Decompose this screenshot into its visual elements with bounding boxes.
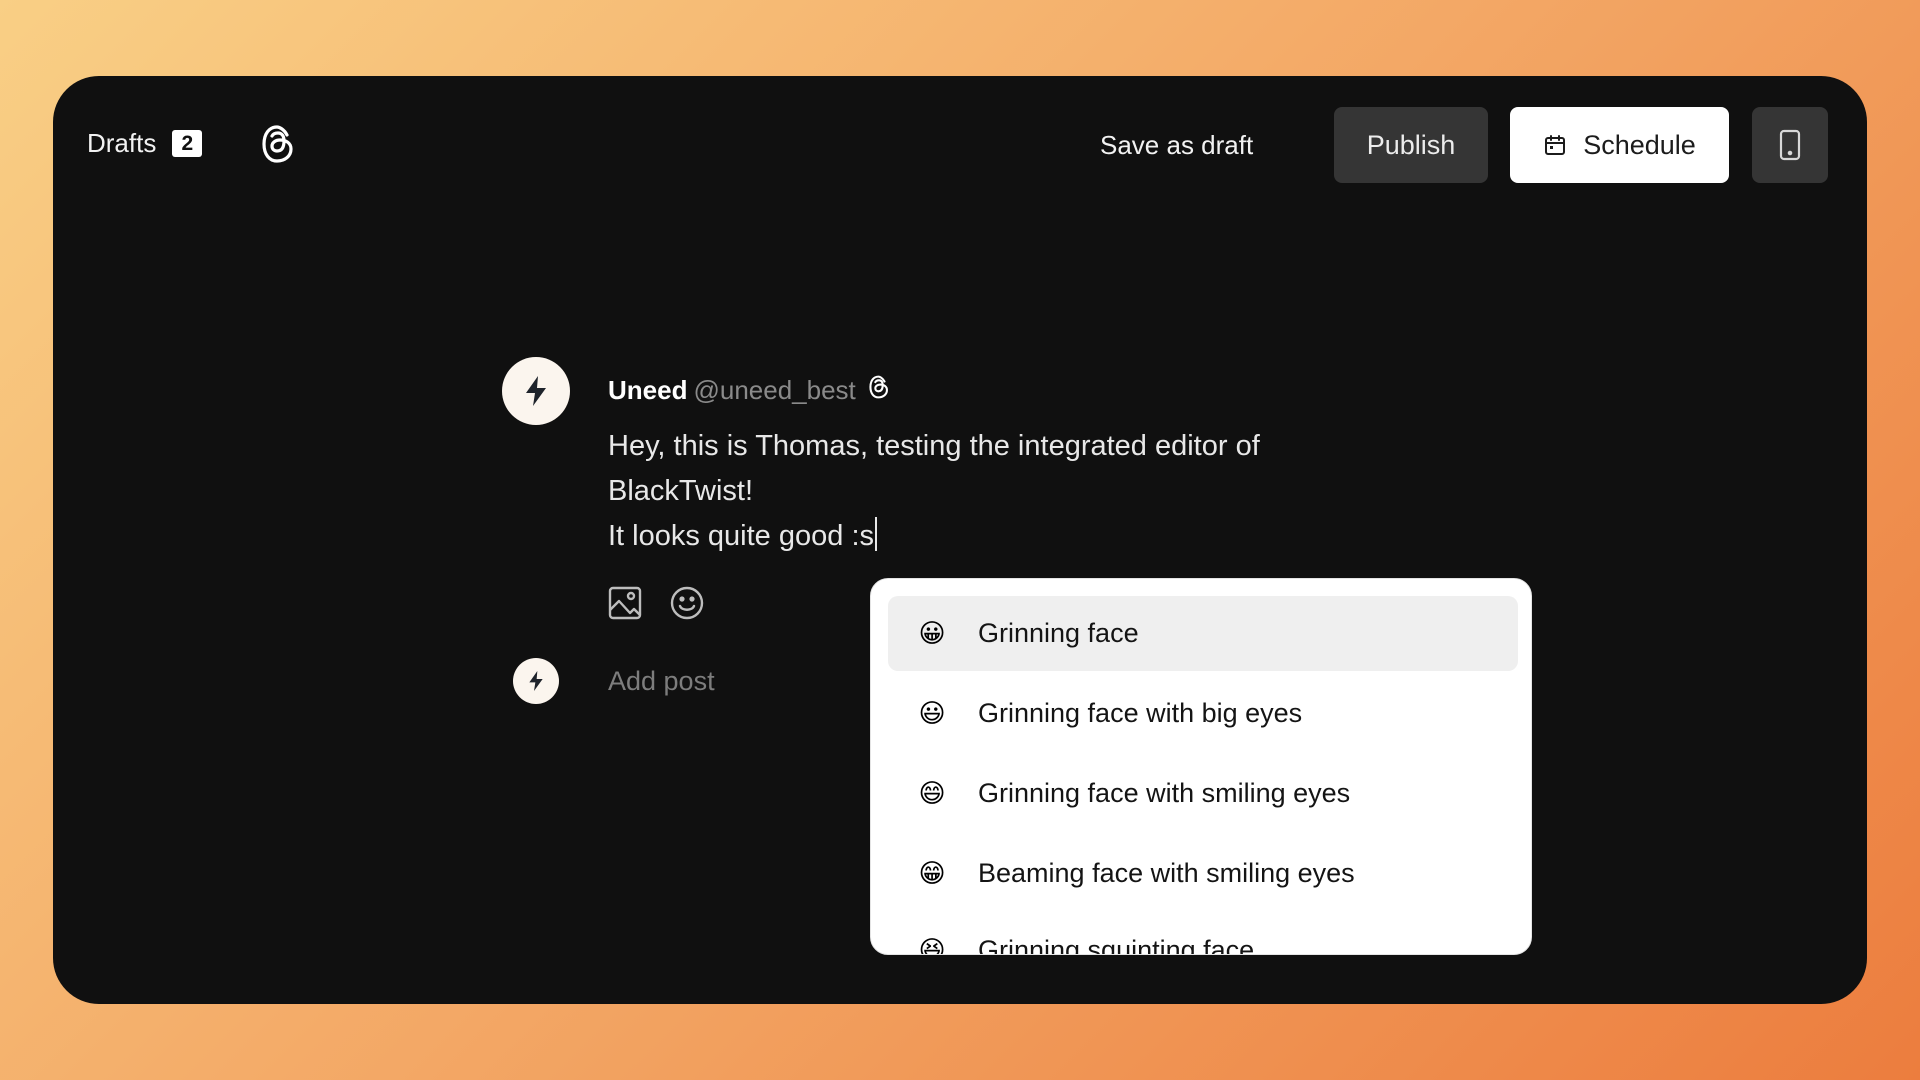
emoji-option-label: Grinning squinting face xyxy=(978,935,1255,955)
publish-button[interactable]: Publish xyxy=(1334,107,1488,183)
emoji-glyph: 😁 xyxy=(918,858,946,888)
emoji-glyph: 😆 xyxy=(918,935,946,955)
emoji-option-grinning-face[interactable]: 😀 Grinning face xyxy=(888,596,1518,671)
add-post-avatar xyxy=(513,658,559,704)
lightning-icon xyxy=(526,376,546,406)
add-post-input[interactable]: Add post xyxy=(608,666,715,697)
threads-icon xyxy=(260,124,296,164)
post-text-editor[interactable]: Hey, this is Thomas, testing the integra… xyxy=(608,424,1368,559)
post-text-line: Hey, this is Thomas, testing the integra… xyxy=(608,430,1260,462)
mobile-phone-icon xyxy=(1779,129,1801,161)
emoji-option-grinning-squinting-face[interactable]: 😆 Grinning squinting face xyxy=(888,913,1518,955)
post-text-line: It looks quite good :s xyxy=(608,520,874,552)
image-icon[interactable] xyxy=(608,586,642,625)
emoji-option-label: Grinning face with big eyes xyxy=(978,698,1303,728)
calendar-icon xyxy=(1545,135,1566,155)
emoji-suggestion-menu: 😀 Grinning face 😃 Grinning face with big… xyxy=(870,578,1532,955)
threads-small-icon xyxy=(868,374,890,407)
author-name: Uneed xyxy=(608,375,688,405)
emoji-option-grinning-face-big-eyes[interactable]: 😃 Grinning face with big eyes xyxy=(888,676,1518,751)
post-text-line-current: It looks quite good :s xyxy=(608,514,1368,559)
save-as-draft-button[interactable]: Save as draft xyxy=(1088,121,1265,169)
lightning-icon xyxy=(529,671,543,691)
emoji-option-label: Grinning face xyxy=(978,618,1139,648)
editor-window: Drafts 2 Save as draft Publish Schedule xyxy=(53,76,1867,1004)
drafts-button[interactable]: Drafts 2 xyxy=(87,128,203,159)
emoji-option-label: Grinning face with smiling eyes xyxy=(978,778,1351,808)
emoji-glyph: 😀 xyxy=(918,618,946,648)
avatar xyxy=(502,357,570,425)
drafts-count-badge: 2 xyxy=(172,130,203,157)
mobile-preview-button[interactable] xyxy=(1752,107,1828,183)
emoji-glyph: 😄 xyxy=(918,778,946,808)
drafts-label: Drafts xyxy=(87,128,157,158)
schedule-button[interactable]: Schedule xyxy=(1510,107,1729,183)
emoji-glyph: 😃 xyxy=(918,698,946,728)
emoji-icon[interactable] xyxy=(670,586,704,625)
post-author: Uneed @uneed_best xyxy=(608,374,890,407)
text-caret xyxy=(875,517,877,551)
schedule-label: Schedule xyxy=(1583,129,1696,160)
emoji-option-grinning-face-smiling-eyes[interactable]: 😄 Grinning face with smiling eyes xyxy=(888,756,1518,831)
header-bar: Drafts 2 Save as draft Publish Schedule xyxy=(53,76,1867,214)
author-handle: @uneed_best xyxy=(693,375,856,405)
emoji-option-label: Beaming face with smiling eyes xyxy=(978,858,1355,888)
post-text-line: BlackTwist! xyxy=(608,475,754,507)
emoji-option-beaming-face[interactable]: 😁 Beaming face with smiling eyes xyxy=(888,836,1518,911)
